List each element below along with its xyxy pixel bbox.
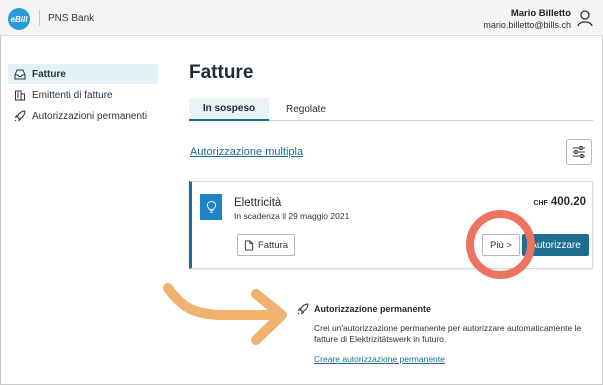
user-icon[interactable] [576,9,594,27]
more-button[interactable]: Più > [482,234,520,256]
multiple-authorization-link[interactable]: Autorizzazione multipla [190,146,303,158]
building-icon [14,89,26,101]
invoice-amount: CHF 400.20 [533,196,586,208]
permanent-authorization-description: Crei un'autorizzazione permanente per au… [314,323,582,344]
view-invoice-label: Fattura [257,239,289,251]
top-header: eBill PNS Bank Mario Billetto mario.bill… [0,0,603,36]
inbox-icon [14,68,26,80]
lightbulb-icon [200,194,222,220]
tab-bar: In sospeso Regolate [189,98,593,121]
invoice-due-date: In scadenza il 29 maggio 2021 [234,211,350,221]
invoice-amount-value: 400.20 [550,196,586,208]
page-title: Fatture [189,62,254,83]
invoice-biller-name: Elettricità [234,197,282,209]
tab-pending[interactable]: In sospeso [189,98,269,121]
user-name: Mario Billetto [510,8,571,19]
create-permanent-authorization-link[interactable]: Creare autorizzazione permanente [314,354,445,364]
rocket-icon [14,110,26,122]
invoice-card[interactable]: Elettricità In scadenza il 29 maggio 202… [189,181,593,269]
invoice-currency: CHF [533,200,548,207]
sidebar-item-label: Emittenti di fatture [32,89,113,101]
user-email: mario.billetto@bills.ch [483,20,571,30]
sliders-icon [573,146,585,158]
authorize-button[interactable]: Autorizzare [522,234,589,256]
sidebar-item-permanent-authorizations[interactable]: Autorizzazioni permanenti [8,106,158,126]
sidebar-item-label: Autorizzazioni permanenti [32,110,148,122]
sidebar-item-invoices[interactable]: Fatture [8,64,158,84]
bank-name: PNS Bank [48,13,95,24]
ebill-logo[interactable]: eBill [8,8,30,30]
sidebar: Fatture Emittenti di fatture Autorizzazi… [0,36,170,385]
curved-arrow-annotation [163,283,287,345]
view-invoice-button[interactable]: Fattura [237,234,295,256]
sidebar-item-billers[interactable]: Emittenti di fatture [8,85,158,105]
document-icon [244,239,254,251]
tab-settled[interactable]: Regolate [281,98,331,121]
rocket-icon [297,303,309,315]
header-divider [39,10,40,26]
sidebar-item-label: Fatture [32,68,66,80]
permanent-authorization-title: Autorizzazione permanente [314,304,432,314]
filter-button[interactable] [566,139,592,165]
